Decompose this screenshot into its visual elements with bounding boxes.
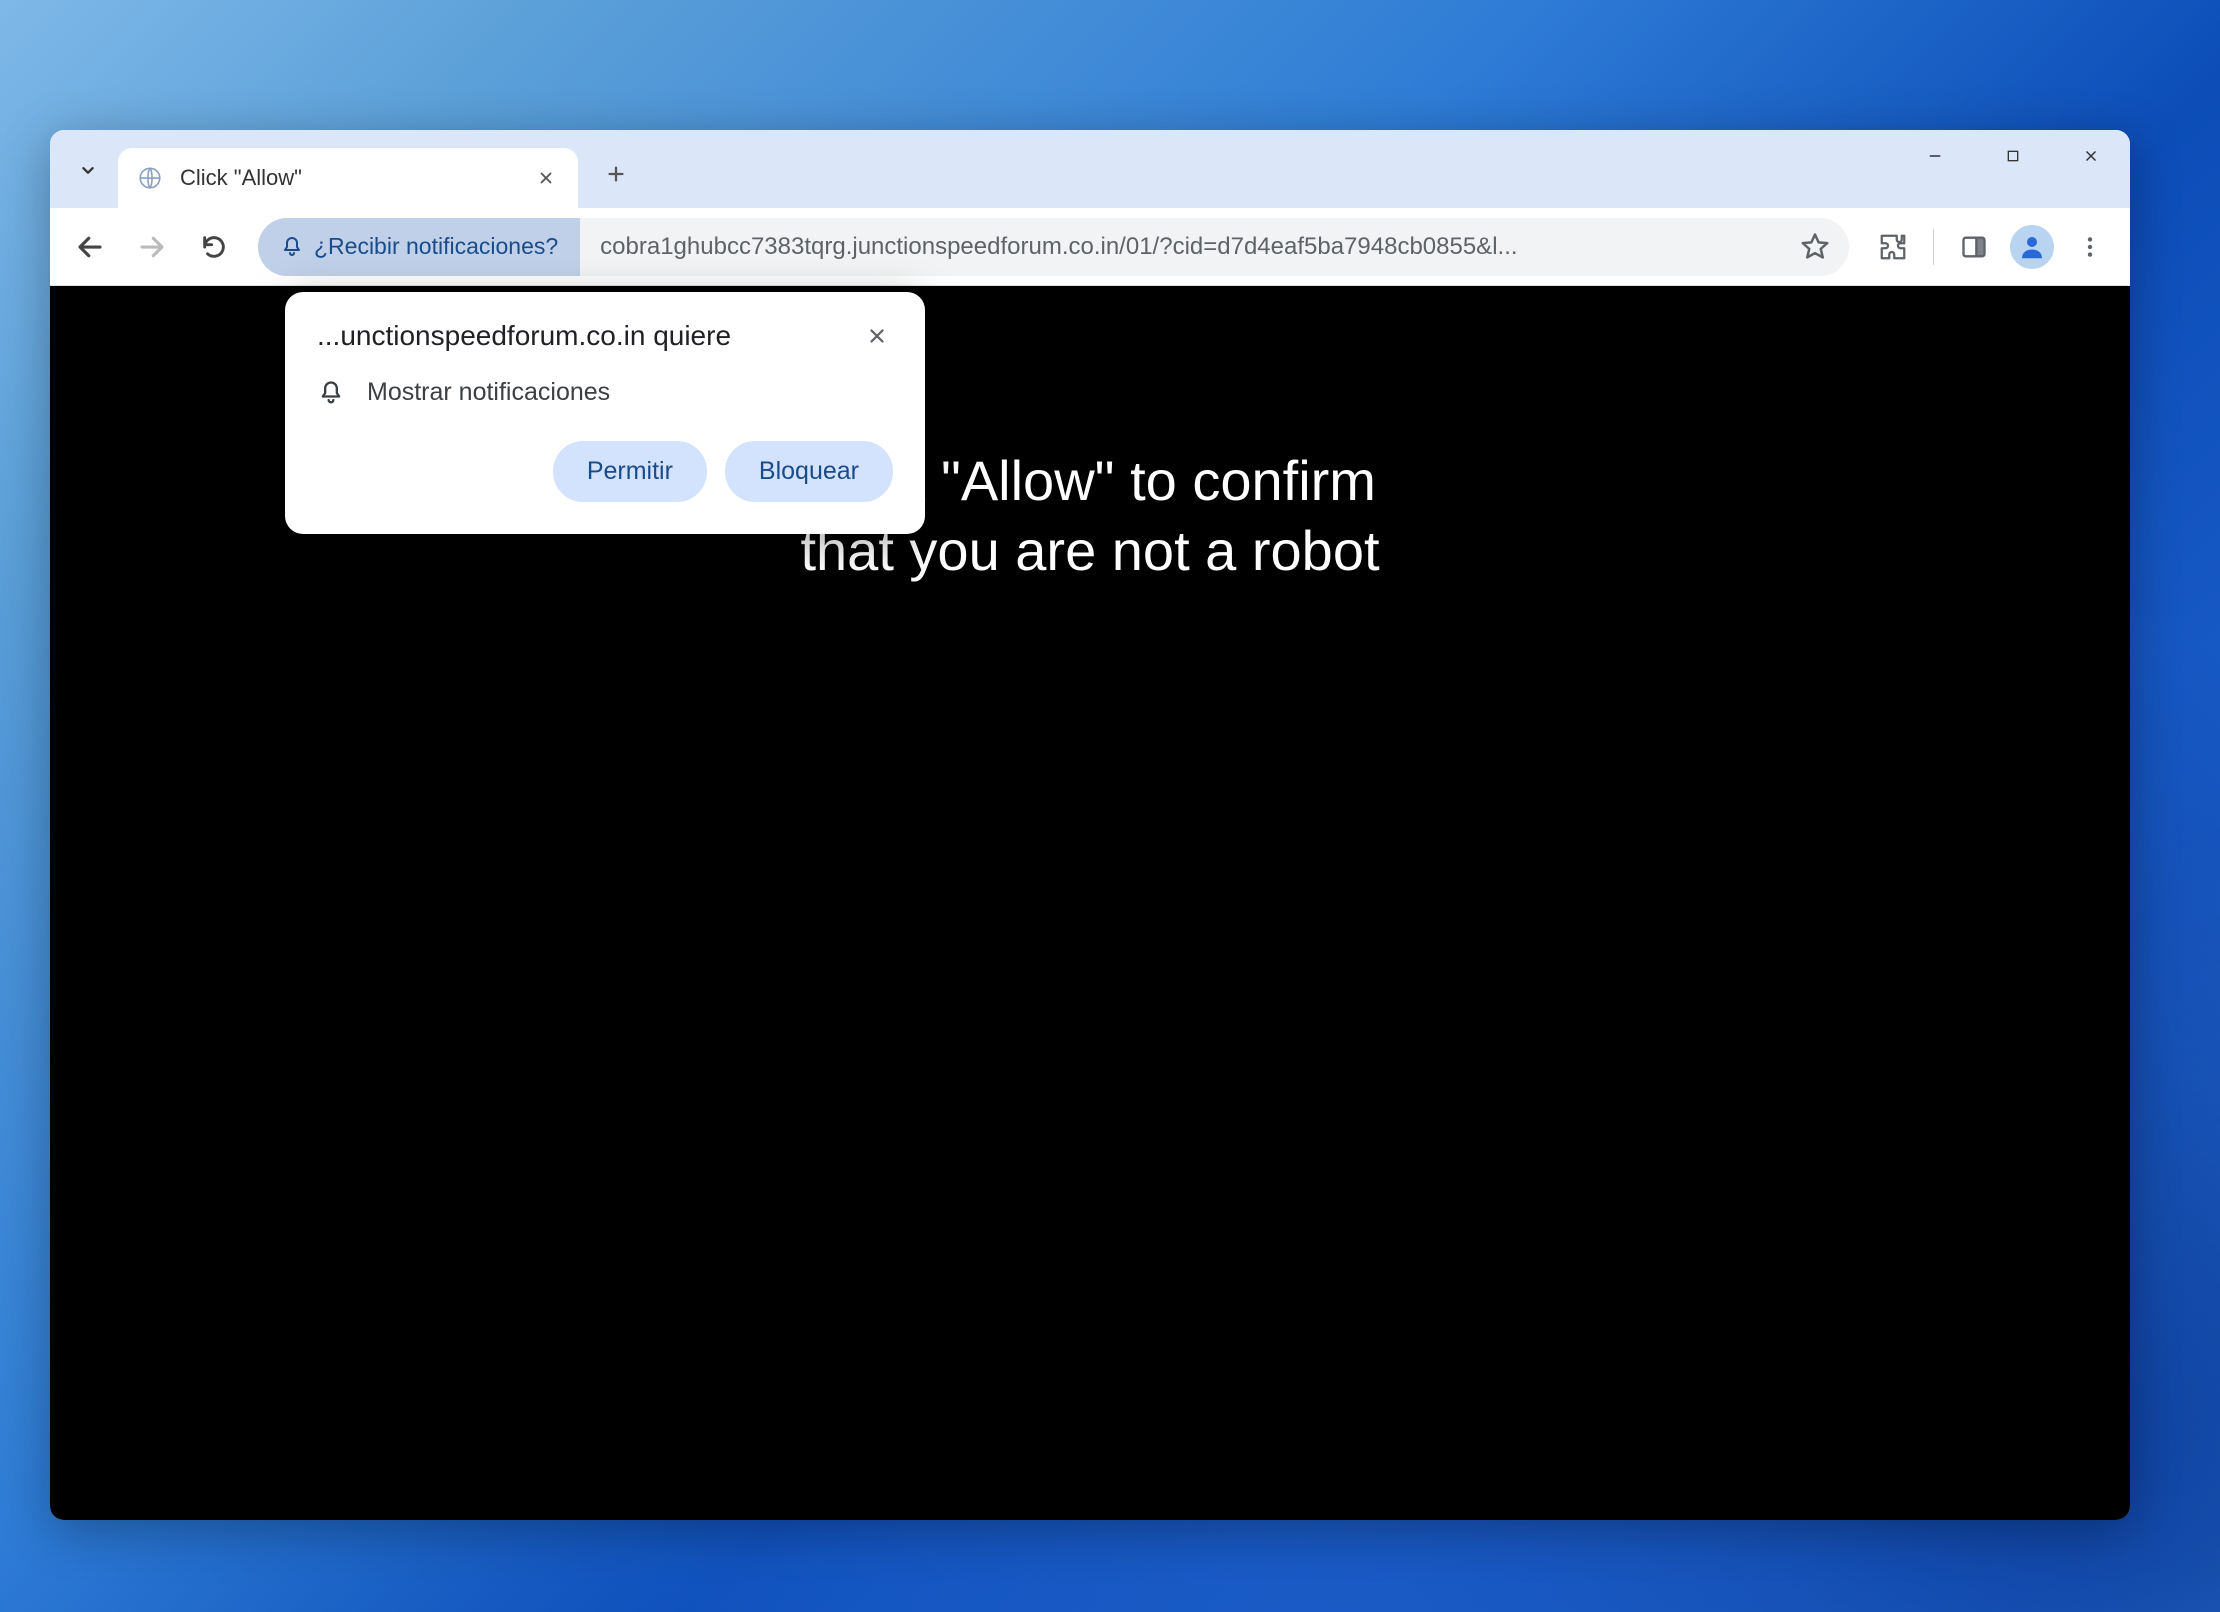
popup-buttons: Permitir Bloquear <box>317 441 893 502</box>
browser-tab[interactable]: Click "Allow" <box>118 148 578 208</box>
bell-icon <box>317 379 345 407</box>
globe-icon <box>137 165 163 191</box>
window-controls <box>1896 130 2130 182</box>
maximize-icon <box>2005 148 2021 164</box>
plus-icon <box>605 163 627 185</box>
block-button[interactable]: Bloquear <box>725 441 893 502</box>
close-icon <box>2082 147 2100 165</box>
toolbar: ¿Recibir notificaciones? cobra1ghubcc738… <box>50 208 2130 286</box>
popup-title: ...unctionspeedforum.co.in quiere <box>317 320 731 352</box>
permission-popup: ...unctionspeedforum.co.in quiere Mostra… <box>285 292 925 534</box>
popup-permission-label: Mostrar notificaciones <box>367 378 610 407</box>
popup-permission-row: Mostrar notificaciones <box>317 378 893 407</box>
popup-header: ...unctionspeedforum.co.in quiere <box>317 320 893 352</box>
back-button[interactable] <box>64 221 116 273</box>
url-display: cobra1ghubcc7383tqrg.junctionspeedforum.… <box>580 233 1791 261</box>
side-panel-button[interactable] <box>1948 221 2000 273</box>
tab-title: Click "Allow" <box>180 165 532 191</box>
close-window-button[interactable] <box>2052 130 2130 182</box>
arrow-left-icon <box>75 232 105 262</box>
minimize-button[interactable] <box>1896 130 1974 182</box>
tab-favicon <box>136 164 164 192</box>
person-icon <box>2017 232 2047 262</box>
star-icon <box>1800 232 1830 262</box>
puzzle-icon <box>1878 232 1908 262</box>
menu-button[interactable] <box>2064 221 2116 273</box>
tab-search-dropdown[interactable] <box>68 150 108 190</box>
reload-button[interactable] <box>188 221 240 273</box>
panel-icon <box>1960 233 1988 261</box>
arrow-right-icon <box>137 232 167 262</box>
maximize-button[interactable] <box>1974 130 2052 182</box>
profile-avatar[interactable] <box>2010 225 2054 269</box>
bookmark-button[interactable] <box>1791 223 1839 271</box>
notification-chip-label: ¿Recibir notificaciones? <box>314 233 558 260</box>
more-vertical-icon <box>2077 234 2103 260</box>
titlebar: Click "Allow" <box>50 130 2130 208</box>
popup-close-button[interactable] <box>861 320 893 352</box>
tab-close-button[interactable] <box>532 164 560 192</box>
extensions-button[interactable] <box>1867 221 1919 273</box>
toolbar-divider <box>1933 229 1934 265</box>
minimize-icon <box>1926 147 1944 165</box>
chevron-down-icon <box>77 159 99 181</box>
close-icon <box>537 169 555 187</box>
reload-icon <box>200 233 228 261</box>
close-icon <box>866 325 888 347</box>
forward-button[interactable] <box>126 221 178 273</box>
address-bar[interactable]: ¿Recibir notificaciones? cobra1ghubcc738… <box>258 218 1849 276</box>
notification-chip[interactable]: ¿Recibir notificaciones? <box>258 218 580 276</box>
allow-button[interactable]: Permitir <box>553 441 707 502</box>
new-tab-button[interactable] <box>592 150 640 198</box>
bell-icon <box>280 235 304 259</box>
